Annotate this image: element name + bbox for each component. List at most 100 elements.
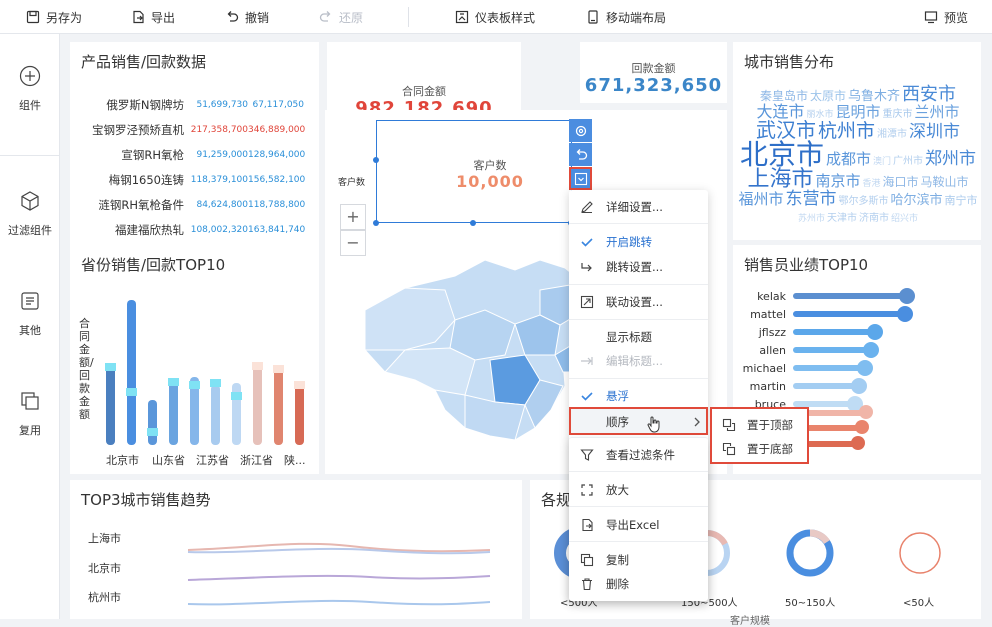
city-trend-card[interactable]: TOP3城市销售趋势 上海市 北京市 杭州市 — [70, 480, 522, 619]
menu-item-zoom[interactable]: 放大 — [569, 476, 708, 504]
city-word[interactable]: 兰州市 — [915, 105, 960, 120]
product-sales-card[interactable]: 产品销售/回款数据 俄罗斯N钢牌坊 51,699,730 67,117,050 宝钢罗… — [70, 42, 319, 266]
payment-marker — [294, 381, 305, 389]
submenu-item-bring-to-top[interactable]: 置于顶部 — [712, 413, 807, 437]
city-word[interactable]: 乌鲁木齐 — [848, 90, 900, 103]
city-word[interactable]: 南京市 — [815, 174, 860, 189]
province-bar[interactable] — [127, 300, 136, 445]
city-word[interactable]: 昆明市 — [836, 105, 881, 120]
city-word[interactable]: 绍兴市 — [891, 215, 918, 224]
city-word[interactable]: 南宁市 — [945, 195, 978, 206]
city-word[interactable]: 上海市 — [747, 169, 813, 191]
contract-amount-card[interactable]: 合同金额 982,182,690 — [327, 42, 521, 119]
redo-label: 还原 — [339, 10, 364, 25]
menu-item-delete[interactable]: 删除 — [569, 570, 708, 598]
menu-item-edit-title[interactable]: 编辑标题... — [569, 347, 708, 375]
menu-item-view-filters[interactable]: 查看过滤条件 — [569, 441, 708, 469]
menu-item-order[interactable]: 顺序 — [569, 407, 708, 435]
city-word[interactable]: 济南市 — [859, 214, 889, 224]
city-word[interactable]: 鄂尔多斯市 — [839, 197, 889, 207]
payment-marker — [273, 365, 284, 373]
menu-item-float[interactable]: 悬浮 — [569, 382, 708, 410]
city-word[interactable]: 太原市 — [810, 90, 846, 102]
product-name: 俄罗斯N钢牌坊 — [106, 97, 184, 112]
city-word[interactable]: 北京市 — [740, 141, 824, 169]
city-word[interactable]: 杭州市 — [818, 122, 875, 141]
city-word[interactable]: 郑州市 — [925, 151, 976, 168]
province-bar[interactable] — [211, 385, 220, 445]
menu-item-enable-jump[interactable]: 开启跳转 — [569, 228, 708, 256]
menu-item-link-settings[interactable]: 联动设置... — [569, 288, 708, 316]
export-button[interactable]: 导出 — [131, 0, 175, 34]
preview-button[interactable]: 预览 — [924, 0, 968, 34]
salesperson-bar[interactable] — [793, 293, 906, 299]
widget-more-button[interactable] — [569, 167, 592, 190]
province-bar[interactable] — [148, 400, 157, 445]
city-word[interactable]: 福州市 — [738, 192, 783, 207]
product-name: 涟钢RH氧枪备件 — [98, 197, 184, 212]
salesperson-bar[interactable] — [793, 347, 870, 353]
product-name: 梅钢1650连铸 — [108, 172, 184, 187]
province-bar[interactable] — [295, 383, 304, 445]
undo-button[interactable]: 撤销 — [225, 0, 269, 34]
submenu-item-send-to-bottom[interactable]: 置于底部 — [712, 437, 807, 461]
salesperson-name: martin — [749, 380, 786, 393]
city-word[interactable]: 海口市 — [883, 176, 919, 188]
menu-item-detail-settings[interactable]: 详细设置... — [569, 193, 708, 221]
x-axis-label: 山东省 — [152, 454, 185, 467]
city-word[interactable]: 湘潭市 — [877, 130, 907, 140]
province-bar[interactable] — [106, 365, 115, 445]
mobile-layout-button[interactable]: 移动端布局 — [586, 0, 666, 34]
menu-divider — [569, 378, 708, 379]
salesperson-bar[interactable] — [793, 365, 864, 371]
salesperson-bar[interactable] — [793, 383, 858, 389]
payment-amount-card[interactable]: 回款金额 671,323,650 — [580, 42, 727, 103]
menu-item-export-excel[interactable]: 导出Excel — [569, 511, 708, 539]
product-row: 梅钢1650连铸 118,379,100 156,582,100 — [80, 167, 310, 192]
city-word[interactable]: 香港 — [862, 180, 880, 189]
city-word[interactable]: 重庆市 — [883, 110, 913, 120]
menu-divider — [569, 471, 708, 472]
component-sidebar: 组件 过滤组件 其他 复用 — [0, 34, 60, 619]
sidebar-item-reuse[interactable]: 复用 — [0, 390, 60, 438]
widget-settings-button[interactable] — [569, 119, 592, 142]
province-bar[interactable] — [169, 380, 178, 445]
save-as-button[interactable]: 另存为 — [26, 0, 82, 34]
payment-marker — [210, 379, 221, 387]
city-word[interactable]: 西安市 — [902, 86, 956, 104]
map-zoom-in-button[interactable]: + — [340, 204, 366, 230]
province-top10-card[interactable]: 省份销售/回款TOP10 合同金额/回款金额 北京市 山东省 江苏省 浙江省 陕... — [70, 245, 319, 474]
salesperson-dot — [899, 288, 915, 304]
city-distribution-card[interactable]: 城市销售分布 秦皇岛市 太原市 乌鲁木齐 西安市大连市 丽水市 昆明市 重庆市 兰州市武汉市杭… — [733, 42, 981, 240]
city-word[interactable]: 马鞍山市 — [921, 176, 969, 188]
widget-undo-button[interactable] — [569, 143, 592, 166]
salesperson-bar[interactable] — [793, 311, 904, 317]
contract-value: 91,259,000 — [196, 149, 248, 160]
redo-button[interactable]: 还原 — [319, 0, 363, 34]
sidebar-item-components[interactable]: 组件 — [0, 65, 60, 113]
province-bar[interactable] — [274, 368, 283, 445]
city-word[interactable]: 澳门 — [873, 158, 891, 167]
city-word[interactable]: 天津市 — [827, 214, 857, 224]
sidebar-item-other[interactable]: 其他 — [0, 290, 60, 338]
city-word[interactable]: 秦皇岛市 — [760, 90, 808, 102]
resize-handle[interactable] — [373, 157, 379, 163]
city-word[interactable]: 东营市 — [786, 191, 837, 208]
city-word[interactable]: 哈尔滨市 — [891, 194, 943, 207]
resize-handle[interactable] — [373, 220, 379, 226]
salesperson-bar[interactable] — [793, 329, 874, 335]
city-word[interactable]: 武汉市 — [756, 120, 816, 140]
city-word[interactable]: 深圳市 — [909, 124, 960, 141]
city-word[interactable]: 广州市 — [893, 157, 923, 167]
resize-handle[interactable] — [470, 220, 476, 226]
city-word[interactable]: 成都市 — [826, 152, 871, 167]
province-bar[interactable] — [253, 365, 262, 445]
dashboard-style-button[interactable]: 仪表板样式 — [455, 0, 535, 34]
map-zoom-out-button[interactable]: − — [340, 230, 366, 256]
menu-item-jump-settings[interactable]: 跳转设置... — [569, 253, 708, 281]
city-word[interactable]: 苏州市 — [798, 215, 825, 224]
sidebar-item-filter-components[interactable]: 过滤组件 — [0, 190, 60, 238]
kpi-label: 合同金额 — [402, 85, 446, 98]
menu-item-label: 放大 — [606, 483, 629, 497]
salesperson-name: jflszz — [758, 326, 786, 339]
